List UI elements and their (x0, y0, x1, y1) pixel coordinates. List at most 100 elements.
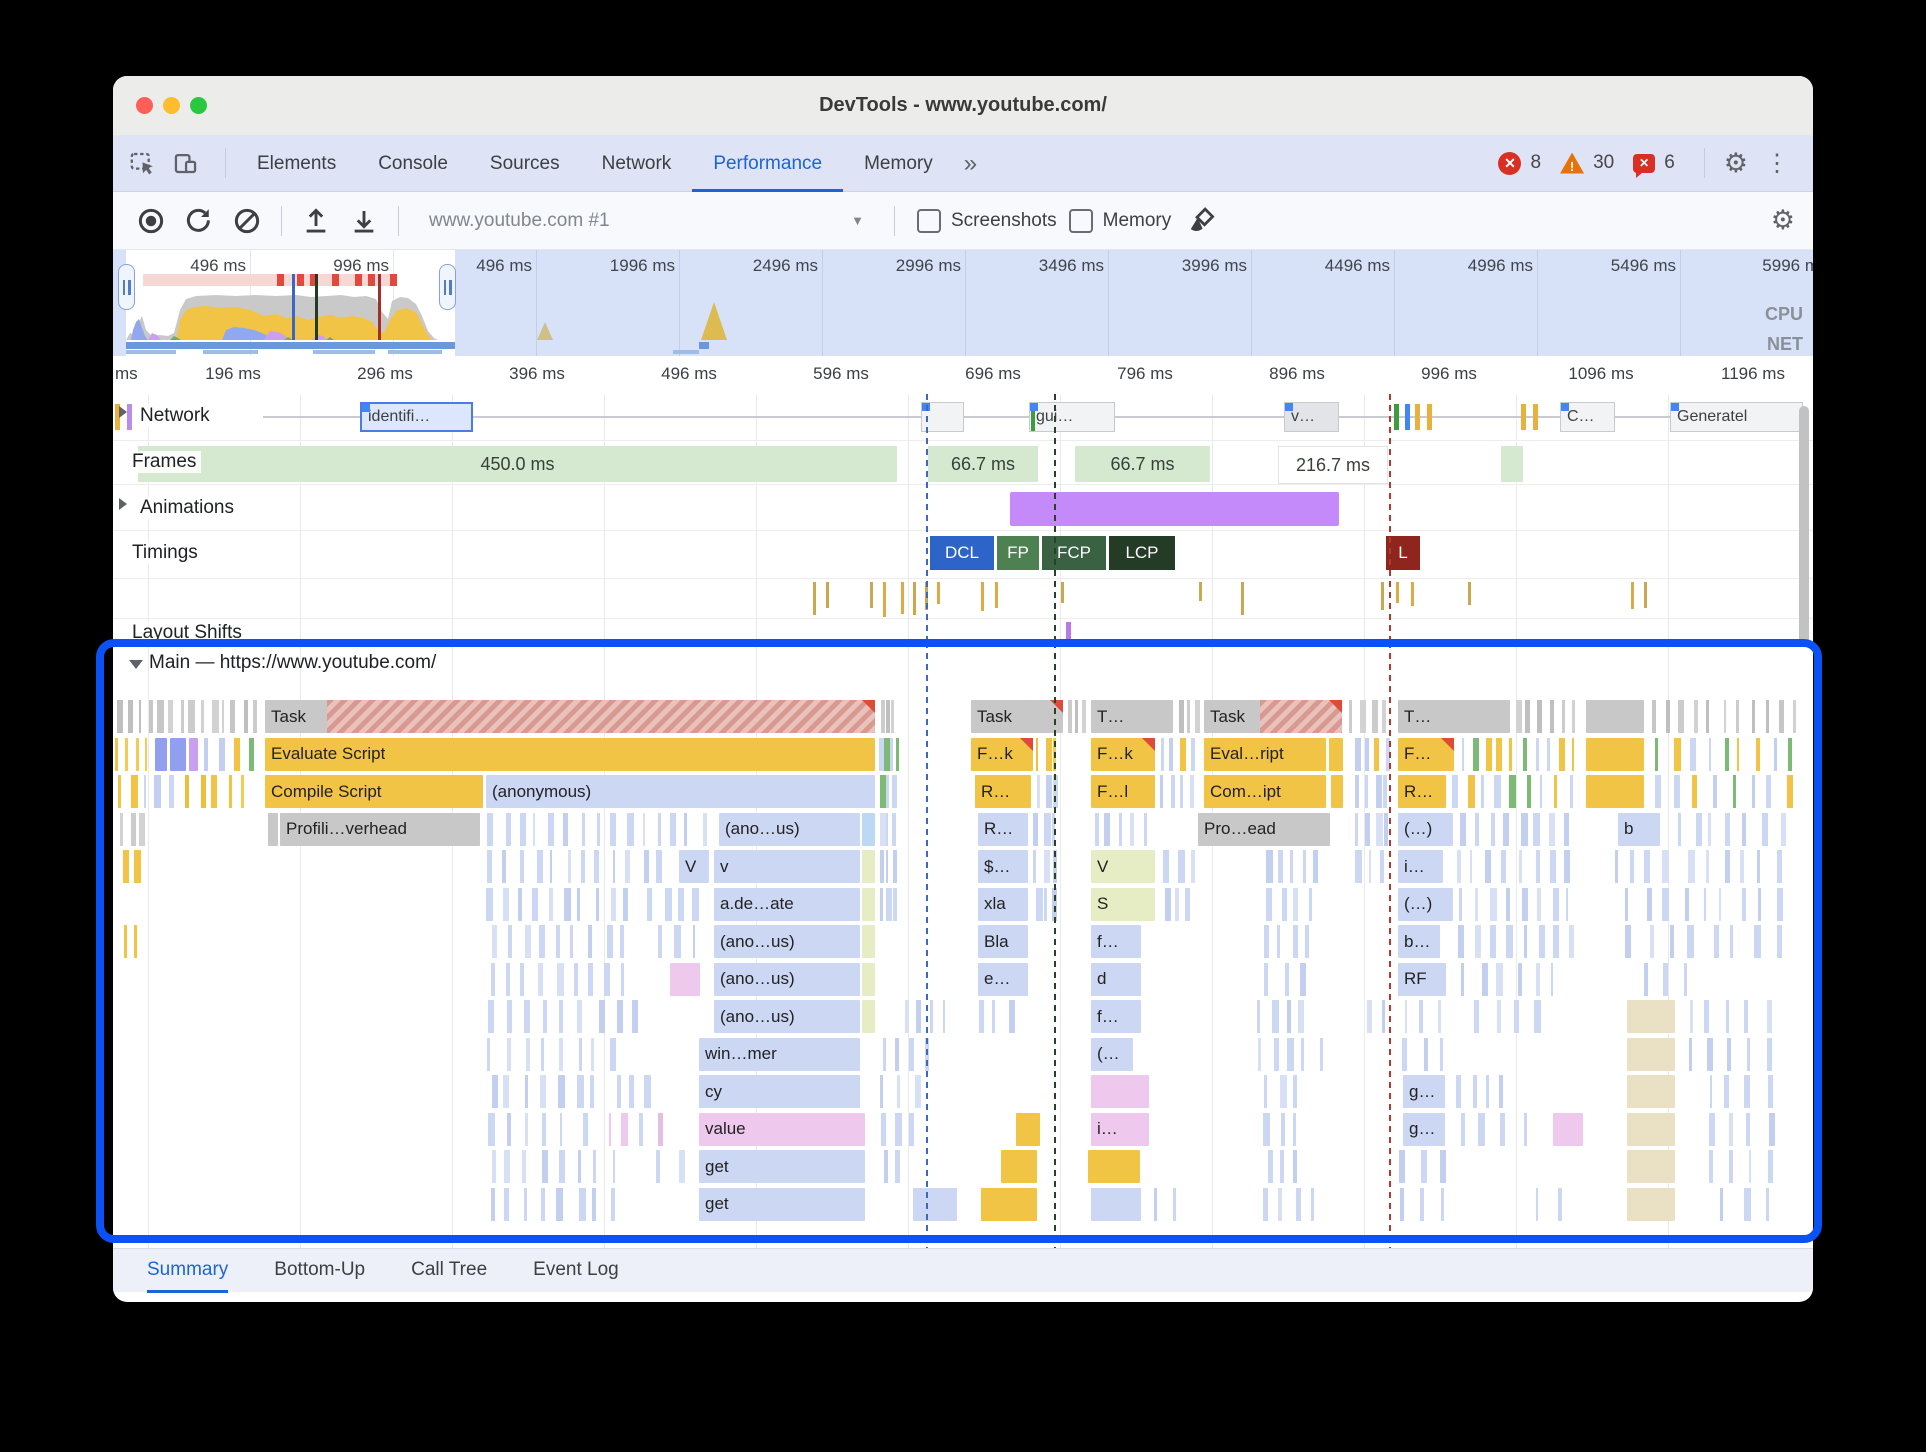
ruler-tick-label: 296 ms (357, 364, 413, 383)
error-badge-icon[interactable]: ✕ (1498, 151, 1522, 175)
gridline (300, 394, 301, 642)
load-profile-icon[interactable] (301, 206, 331, 236)
titlebar: DevTools - www.youtube.com/ (113, 76, 1813, 136)
vertical-scrollbar[interactable] (1799, 406, 1809, 646)
devtools-menu-kebab-icon[interactable]: ⋮ (1757, 149, 1797, 178)
tab-sources[interactable]: Sources (469, 135, 581, 192)
screenshots-checkbox[interactable] (917, 208, 941, 233)
timestamp-tick (1644, 582, 1647, 608)
frame-bar[interactable]: 66.7 ms (928, 446, 1038, 482)
timestamp-tick (995, 582, 998, 608)
net-subbar (313, 350, 375, 354)
gridline (756, 394, 757, 642)
net-subbar (126, 350, 176, 354)
capture-settings-gear-icon[interactable]: ⚙ (1771, 207, 1795, 234)
network-request-chip[interactable]: identifi… (360, 402, 473, 432)
frame-bar[interactable] (1501, 446, 1523, 482)
record-button[interactable] (136, 206, 166, 236)
overview-tick-label: 2996 ms (895, 256, 961, 275)
timestamp-tick (1199, 582, 1202, 601)
tab-elements[interactable]: Elements (236, 135, 357, 192)
long-task-chunk (297, 274, 304, 286)
cpu-activity-chart (126, 295, 438, 340)
screenshot-stage: DevTools - www.youtube.com/ Elements Cons… (0, 0, 1926, 1452)
timing-marker-label: LCP (1125, 543, 1159, 562)
warning-badge-icon[interactable]: ! (1560, 152, 1585, 174)
network-expander-icon[interactable] (119, 406, 127, 418)
long-task-chunk (277, 274, 284, 286)
network-track-label: Network (135, 405, 215, 427)
net-subbar (673, 350, 699, 354)
details-tab-calltree[interactable]: Call Tree (411, 1249, 487, 1293)
device-toolbar-icon[interactable] (172, 150, 199, 177)
animations-expander-icon[interactable] (119, 498, 127, 510)
tab-network[interactable]: Network (581, 135, 693, 192)
toolbar-separator (894, 205, 895, 236)
network-request-chip[interactable]: C… (1560, 402, 1615, 432)
details-tab-summary[interactable]: Summary (147, 1249, 228, 1293)
timing-marker-fcp[interactable]: FCP (1042, 536, 1106, 570)
overview-gridline (679, 250, 680, 356)
marker-dashed-line (1054, 394, 1056, 642)
profile-select[interactable]: www.youtube.com #1 ▼ (419, 204, 874, 238)
timestamp-tick (813, 582, 816, 615)
badge-separator (1703, 148, 1705, 178)
network-activity-tick (1427, 404, 1432, 430)
details-tab-eventlog[interactable]: Event Log (533, 1249, 619, 1293)
network-request-chip[interactable]: Generatel (1670, 402, 1803, 432)
overview-right-handle[interactable] (439, 264, 456, 310)
frame-bar[interactable]: 450.0 ms (138, 446, 897, 482)
timing-marker-fp[interactable]: FP (997, 536, 1039, 570)
overview-left-handle[interactable] (118, 264, 135, 310)
timeline-overview[interactable]: 496 ms 996 ms 496 ms 1996 ms 2496 ms 2996 ms 3… (113, 250, 1813, 356)
timeline-ruler: ms 196 ms 296 ms 396 ms 496 ms 596 ms 696 ms 79… (113, 356, 1813, 395)
save-profile-icon[interactable] (349, 206, 379, 236)
issues-badge-icon[interactable]: ✕ (1633, 153, 1656, 178)
track-separator (113, 484, 1813, 485)
marker-dashed-line (1389, 394, 1391, 642)
toolbar-separator (398, 205, 399, 236)
timing-marker-l[interactable]: L (1386, 536, 1420, 570)
overview-tick-label: 996 ms (333, 256, 389, 275)
animation-bar[interactable] (1010, 492, 1339, 526)
overview-tick-label: 3496 ms (1038, 256, 1104, 275)
network-request-chip[interactable]: gui… (1029, 402, 1115, 432)
net-lane-label: NET (1767, 334, 1803, 354)
timing-marker-dcl[interactable]: DCL (930, 536, 994, 570)
overview-gridline (1537, 250, 1538, 356)
frame-bar[interactable]: 66.7 ms (1075, 446, 1210, 482)
toolbar-separator (281, 205, 282, 236)
network-activity-tick (1415, 404, 1420, 430)
network-activity-tick (127, 404, 132, 430)
more-tabs-button[interactable]: » (954, 135, 987, 192)
frame-duration-label: 450.0 ms (480, 453, 555, 474)
timestamp-tick (883, 582, 886, 617)
long-task-chunk (332, 274, 339, 286)
timestamp-tick (913, 582, 916, 615)
network-request-label: identifi… (368, 408, 431, 425)
ruler-tick-label: 996 ms (1421, 364, 1477, 383)
overview-tick-label: 496 ms (190, 256, 246, 275)
timing-marker-lcp[interactable]: LCP (1109, 536, 1175, 570)
overview-marker-line (292, 274, 295, 340)
inspect-element-icon[interactable] (129, 150, 156, 177)
devtools-settings-gear-icon[interactable]: ⚙ (1724, 149, 1748, 177)
track-separator (113, 578, 1813, 579)
overview-gridline (1680, 250, 1681, 356)
network-request-chip[interactable]: v… (1284, 402, 1339, 432)
details-tab-bottomup[interactable]: Bottom-Up (274, 1249, 365, 1293)
frames-track-label: Frames (127, 451, 202, 473)
tab-performance[interactable]: Performance (692, 135, 843, 192)
memory-checkbox[interactable] (1068, 208, 1093, 233)
reload-and-record-button[interactable] (184, 206, 214, 236)
long-task-chunk (390, 274, 397, 286)
timestamp-tick (981, 582, 984, 611)
overview-gridline (965, 250, 966, 356)
tab-memory[interactable]: Memory (843, 135, 954, 192)
timestamp-tick (937, 582, 940, 604)
clear-recording-button[interactable] (232, 206, 262, 236)
timestamp-tick (826, 582, 829, 608)
collect-garbage-icon[interactable] (1187, 206, 1217, 236)
frame-bar[interactable]: 216.7 ms (1278, 446, 1388, 484)
tab-console[interactable]: Console (357, 135, 469, 192)
